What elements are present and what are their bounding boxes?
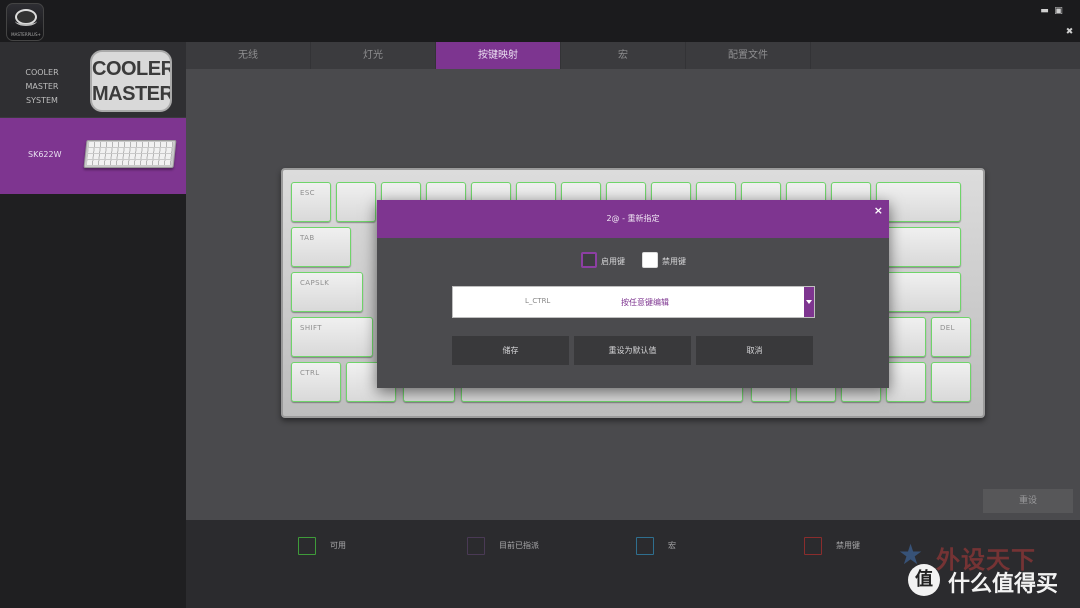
- tab-key-mapping[interactable]: 按键映射: [436, 42, 561, 69]
- tools-icon[interactable]: ✖: [1064, 27, 1075, 37]
- device-item-cooler-master-system[interactable]: COOLER MASTER SYSTEM COOLER MASTER: [0, 42, 186, 118]
- key-label: CAPSLK: [300, 279, 330, 287]
- key-right[interactable]: [931, 362, 971, 402]
- watermark-text: 什么值得买: [948, 572, 1059, 597]
- dialog-header: 2@ - 重新指定 ×: [377, 200, 889, 238]
- app-window: MASTERPLUS+ ▬ ▣ ✖ COOLER MASTER SYSTEM C…: [0, 0, 1080, 608]
- logo-word-cooler: COOLER: [92, 58, 172, 80]
- checkbox-label: 禁用键: [662, 257, 686, 266]
- key-up[interactable]: [886, 317, 926, 357]
- save-button[interactable]: 储存: [452, 336, 569, 365]
- key-label: ESC: [300, 189, 315, 197]
- current-key-value: L_CTRL: [525, 297, 551, 305]
- key-label: CTRL: [300, 369, 320, 377]
- key-del[interactable]: DEL: [931, 317, 971, 357]
- tab-profiles[interactable]: 配置文件: [686, 42, 811, 69]
- checkbox-label: 启用键: [601, 257, 625, 266]
- key-ctrl[interactable]: CTRL: [291, 362, 341, 402]
- device-item-sk622w[interactable]: SK622W: [0, 118, 186, 194]
- legend-swatch-assigned: [467, 537, 485, 555]
- dialog-title: 2@ - 重新指定: [606, 214, 660, 223]
- key-shift[interactable]: SHIFT: [291, 317, 373, 357]
- watermark-badge: 值: [908, 564, 940, 596]
- legend-label: 禁用键: [836, 541, 860, 550]
- key-down[interactable]: [886, 362, 926, 402]
- legend-label: 可用: [330, 541, 346, 550]
- close-icon[interactable]: ×: [874, 204, 883, 218]
- thumb-row: [88, 148, 173, 153]
- cancel-button[interactable]: 取消: [696, 336, 813, 365]
- logo-text: MASTERPLUS+: [11, 32, 41, 37]
- key-assign-select[interactable]: L_CTRL 按任意键编辑: [452, 286, 815, 318]
- thumb-row: [88, 142, 174, 147]
- device-sidebar: COOLER MASTER SYSTEM COOLER MASTER SK622…: [0, 42, 186, 608]
- legend-label: 目前已指派: [499, 541, 539, 550]
- logo-word-master: MASTER: [92, 83, 172, 105]
- keyboard-thumbnail-image: [83, 140, 177, 168]
- tab-lighting[interactable]: 灯光: [311, 42, 436, 69]
- device-label: SK622W: [28, 150, 62, 159]
- title-bar: MASTERPLUS+ ▬ ▣ ✖: [0, 0, 1080, 42]
- watermark: ★ 外设天下 值 什么值得买: [898, 540, 1078, 600]
- legend-label: 宏: [668, 541, 676, 550]
- thumb-row: [87, 154, 172, 159]
- masterplus-logo: MASTERPLUS+: [6, 3, 44, 41]
- key-esc[interactable]: ESC: [291, 182, 331, 222]
- reset-button[interactable]: 重设: [983, 489, 1073, 513]
- device-label-line2: SYSTEM: [26, 96, 58, 105]
- checkbox-box: [581, 252, 597, 268]
- device-label-line1: COOLER MASTER: [25, 68, 59, 91]
- key-label: DEL: [940, 324, 955, 332]
- logo-disk-base-shape: [15, 16, 37, 26]
- legend-swatch-disabled: [804, 537, 822, 555]
- legend-swatch-macro: [636, 537, 654, 555]
- key-tab[interactable]: TAB: [291, 227, 351, 267]
- tab-macro[interactable]: 宏: [561, 42, 686, 69]
- reset-default-button[interactable]: 重设为默认值: [574, 336, 691, 365]
- legend-swatch-available: [298, 537, 316, 555]
- tab-wireless[interactable]: 无线: [186, 42, 311, 69]
- key-label: SHIFT: [300, 324, 322, 332]
- minimize-icon[interactable]: ▬: [1039, 6, 1050, 16]
- select-hint: 按任意键编辑: [621, 298, 669, 307]
- device-label: COOLER MASTER SYSTEM: [12, 66, 72, 108]
- key-label: TAB: [300, 234, 315, 242]
- tab-bar: 无线 灯光 按键映射 宏 配置文件: [186, 42, 1080, 69]
- chevron-down-icon[interactable]: [804, 287, 814, 317]
- legend-bar: 可用 目前已指派 宏 禁用键 ★ 外设天下 值 什么值得买: [186, 520, 1080, 608]
- reassign-dialog: 2@ - 重新指定 × 启用键 禁用键 L_CTRL 按任意键编辑 储存 重设为…: [377, 200, 889, 388]
- key-capslock[interactable]: CAPSLK: [291, 272, 363, 312]
- key-1[interactable]: [336, 182, 376, 222]
- checkbox-box: [642, 252, 658, 268]
- thumb-row: [86, 160, 172, 165]
- cooler-master-logo: COOLER MASTER: [90, 50, 172, 112]
- maximize-icon[interactable]: ▣: [1053, 6, 1064, 16]
